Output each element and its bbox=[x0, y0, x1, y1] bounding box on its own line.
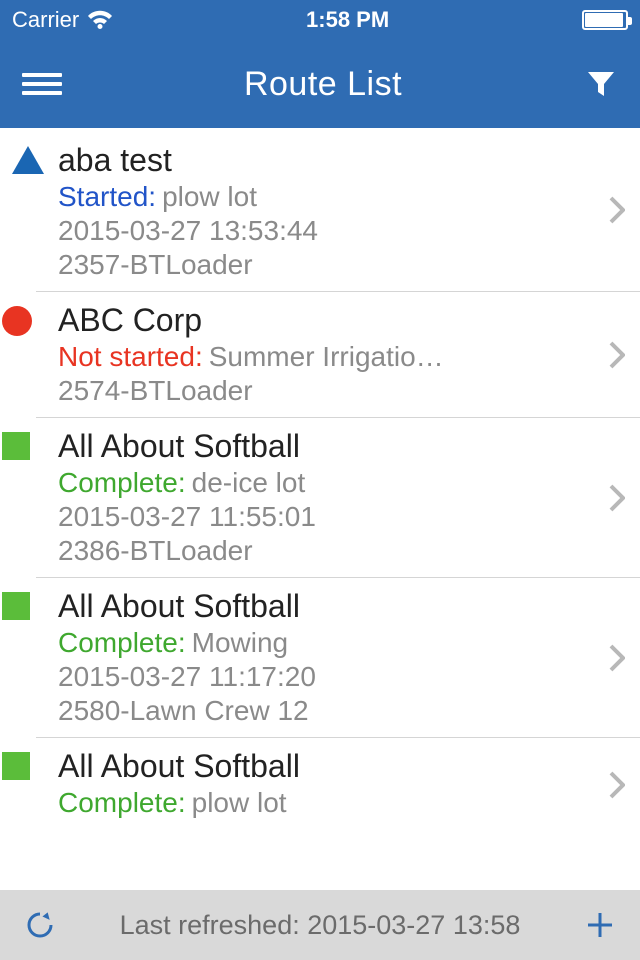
row-content: aba testStarted:plow lot2015-03-27 13:53… bbox=[58, 142, 626, 281]
status-task: Mowing bbox=[192, 627, 288, 658]
row-time: 2015-03-27 11:17:20 bbox=[58, 661, 586, 693]
row-content: All About SoftballComplete:de-ice lot201… bbox=[58, 428, 626, 567]
row-status: Complete:Mowing bbox=[58, 627, 586, 659]
row-code: 2386-BTLoader bbox=[58, 535, 586, 567]
footer-bar: Last refreshed: 2015-03-27 13:58 bbox=[0, 890, 640, 960]
status-label: Not started: bbox=[58, 341, 203, 372]
route-list: aba testStarted:plow lot2015-03-27 13:53… bbox=[0, 128, 640, 890]
chevron-right-icon bbox=[608, 340, 626, 370]
row-content: All About SoftballComplete:Mowing2015-03… bbox=[58, 588, 626, 727]
last-refreshed-label: Last refreshed: 2015-03-27 13:58 bbox=[60, 910, 580, 941]
chevron-right-icon bbox=[608, 770, 626, 800]
square-icon bbox=[0, 748, 58, 780]
row-title: ABC Corp bbox=[58, 302, 586, 339]
route-row[interactable]: All About SoftballComplete:plow lot bbox=[36, 737, 640, 831]
status-label: Complete: bbox=[58, 467, 186, 498]
status-label: Complete: bbox=[58, 787, 186, 818]
page-title: Route List bbox=[244, 65, 402, 104]
route-row[interactable]: All About SoftballComplete:Mowing2015-03… bbox=[36, 577, 640, 737]
row-title: All About Softball bbox=[58, 588, 586, 625]
row-content: All About SoftballComplete:plow lot bbox=[58, 748, 626, 821]
row-title: All About Softball bbox=[58, 748, 586, 785]
battery-icon bbox=[582, 10, 628, 30]
status-left: Carrier bbox=[12, 7, 113, 33]
square-icon bbox=[0, 588, 58, 620]
route-row[interactable]: All About SoftballComplete:de-ice lot201… bbox=[36, 417, 640, 577]
row-status: Complete:plow lot bbox=[58, 787, 586, 819]
row-time: 2015-03-27 13:53:44 bbox=[58, 215, 586, 247]
row-code: 2574-BTLoader bbox=[58, 375, 586, 407]
route-row[interactable]: aba testStarted:plow lot2015-03-27 13:53… bbox=[0, 128, 640, 291]
row-code: 2580-Lawn Crew 12 bbox=[58, 695, 586, 727]
row-status: Not started:Summer Irrigatio… bbox=[58, 341, 586, 373]
status-task: plow lot bbox=[192, 787, 287, 818]
chevron-right-icon bbox=[608, 195, 626, 225]
status-task: plow lot bbox=[162, 181, 257, 212]
circle-icon bbox=[0, 302, 58, 336]
square-icon bbox=[0, 428, 58, 460]
route-row[interactable]: ABC CorpNot started:Summer Irrigatio…257… bbox=[36, 291, 640, 417]
status-bar: Carrier 1:58 PM bbox=[0, 0, 640, 40]
row-code: 2357-BTLoader bbox=[58, 249, 586, 281]
status-task: de-ice lot bbox=[192, 467, 306, 498]
chevron-right-icon bbox=[608, 483, 626, 513]
row-title: All About Softball bbox=[58, 428, 586, 465]
row-title: aba test bbox=[58, 142, 586, 179]
status-label: Complete: bbox=[58, 627, 186, 658]
add-button[interactable] bbox=[580, 905, 620, 945]
row-content: ABC CorpNot started:Summer Irrigatio…257… bbox=[58, 302, 626, 407]
status-task: Summer Irrigatio… bbox=[209, 341, 444, 372]
menu-button[interactable] bbox=[22, 73, 62, 95]
row-status: Started:plow lot bbox=[58, 181, 586, 213]
status-time: 1:58 PM bbox=[306, 7, 389, 33]
row-time: 2015-03-27 11:55:01 bbox=[58, 501, 586, 533]
status-right bbox=[582, 10, 628, 30]
filter-button[interactable] bbox=[584, 67, 618, 101]
carrier-label: Carrier bbox=[12, 7, 79, 33]
triangle-icon bbox=[10, 142, 58, 174]
row-status: Complete:de-ice lot bbox=[58, 467, 586, 499]
wifi-icon bbox=[87, 10, 113, 30]
chevron-right-icon bbox=[608, 643, 626, 673]
status-label: Started: bbox=[58, 181, 156, 212]
nav-bar: Route List bbox=[0, 40, 640, 128]
refresh-button[interactable] bbox=[20, 905, 60, 945]
